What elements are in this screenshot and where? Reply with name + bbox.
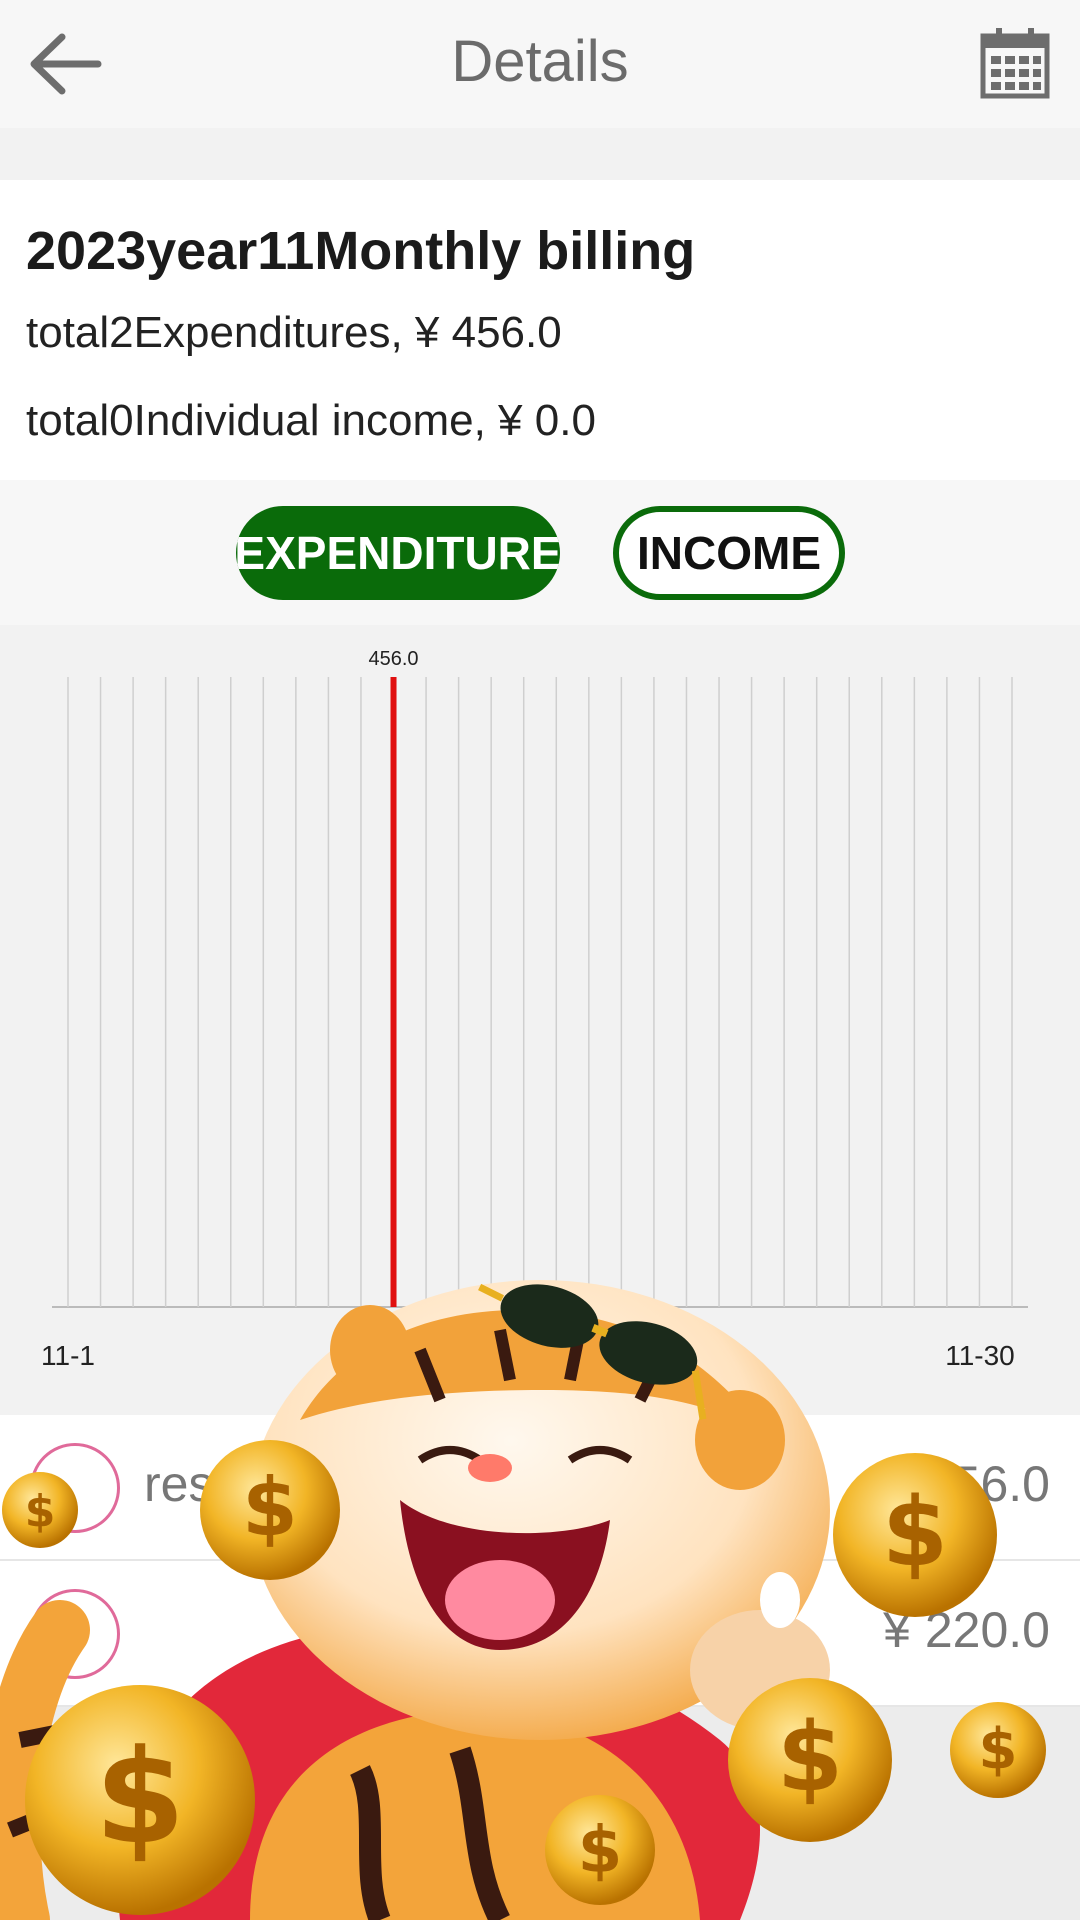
svg-text:$: $	[777, 1703, 843, 1813]
chart-data-label: 456.0	[368, 648, 418, 670]
month-title: 2023year11Monthly billing	[26, 221, 696, 281]
calendar-icon	[980, 28, 1050, 99]
svg-text:$: $	[95, 1721, 185, 1873]
expenditure-summary: total2Expenditures, ¥ 456.0	[26, 308, 562, 357]
top-bar: Details	[0, 0, 1080, 128]
promo-overlay-image[interactable]: $ $ $ $ $ $ $	[0, 1270, 1080, 1920]
svg-text:$: $	[578, 1814, 623, 1888]
summary-panel: 2023year11Monthly billing total2Expendit…	[0, 180, 1080, 480]
svg-text:$: $	[979, 1717, 1018, 1782]
svg-text:$: $	[25, 1486, 56, 1537]
income-tab[interactable]: INCOME	[613, 506, 845, 600]
calendar-button[interactable]	[980, 26, 1050, 100]
page-title: Details	[451, 29, 629, 94]
svg-text:$: $	[882, 1478, 948, 1588]
expenditure-tab[interactable]: EXPENDITURE	[236, 506, 560, 600]
type-toggle: EXPENDITURE INCOME	[0, 480, 1080, 625]
income-summary: total0Individual income, ¥ 0.0	[26, 396, 596, 445]
svg-text:$: $	[242, 1461, 298, 1554]
